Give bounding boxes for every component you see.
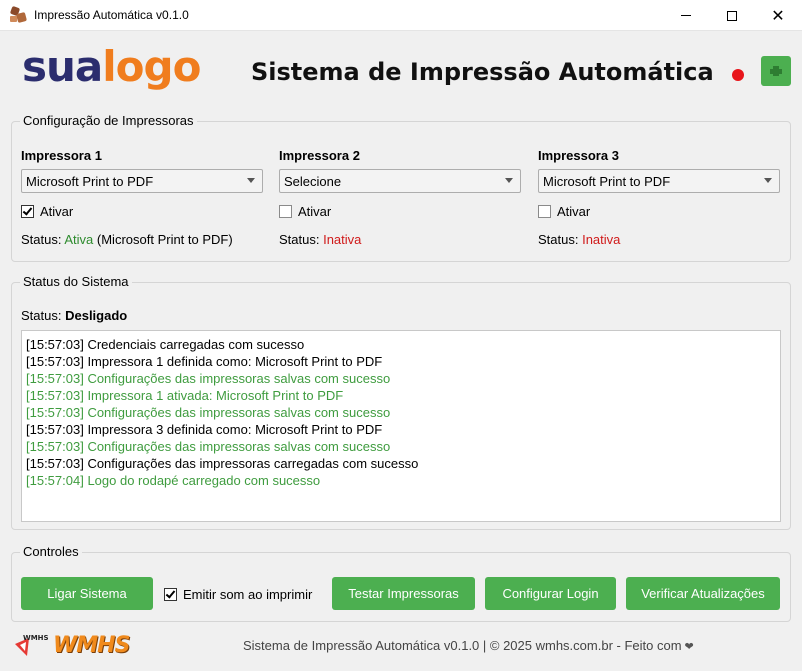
printer-3-name: Impressora 3 xyxy=(538,148,619,163)
printer-2-activate-label: Ativar xyxy=(298,204,332,219)
check-updates-button[interactable]: Verificar Atualizações xyxy=(626,577,780,610)
system-status-value: Desligado xyxy=(65,308,128,323)
printer-3-activate-label: Ativar xyxy=(557,204,591,219)
start-system-button[interactable]: Ligar Sistema xyxy=(21,577,153,610)
sound-checkbox[interactable] xyxy=(164,588,177,601)
app-heading: Sistema de Impressão Automática xyxy=(251,58,714,86)
log-line: [15:57:03] Configurações das impressoras… xyxy=(26,405,391,420)
printer-3-select[interactable]: Microsoft Print to PDF xyxy=(538,169,780,193)
minimize-icon xyxy=(681,15,691,16)
chevron-down-icon xyxy=(764,178,772,183)
maximize-button[interactable] xyxy=(709,0,755,31)
svg-text:WMHS: WMHS xyxy=(23,634,49,642)
printer-1-status-value: Ativa xyxy=(64,232,94,247)
heart-icon: ❤ xyxy=(684,640,694,653)
printer-3-status-value: Inativa xyxy=(582,232,621,247)
footer-text: Sistema de Impressão Automática v0.1.0 |… xyxy=(243,638,694,653)
printer-1-activate-checkbox[interactable] xyxy=(21,205,34,218)
footer-logo: WMHS WMHS xyxy=(11,630,161,660)
printer-2-column: Impressora 2 Selecione Ativar Status: In… xyxy=(279,148,522,258)
print-button[interactable] xyxy=(761,56,791,86)
log-line: [15:57:03] Credenciais carregadas com su… xyxy=(26,337,305,352)
chevron-down-icon xyxy=(247,178,255,183)
log-line: [15:57:03] Impressora 1 definida como: M… xyxy=(26,354,383,369)
printer-2-activate[interactable]: Ativar xyxy=(279,204,331,219)
sound-label: Emitir som ao imprimir xyxy=(183,587,313,602)
printer-1-activate[interactable]: Ativar xyxy=(21,204,73,219)
maximize-icon xyxy=(727,10,737,21)
system-group-legend: Status do Sistema xyxy=(20,274,132,289)
system-status: Status: Desligado xyxy=(21,308,128,323)
test-printers-button[interactable]: Testar Impressoras xyxy=(332,577,475,610)
printers-group-legend: Configuração de Impressoras xyxy=(20,113,197,128)
printer-1-column: Impressora 1 Microsoft Print to PDF Ativ… xyxy=(21,148,264,258)
printer-3-select-value: Microsoft Print to PDF xyxy=(543,173,671,189)
printer-2-status: Status: Inativa xyxy=(279,232,362,247)
log-line: [15:57:03] Impressora 1 ativada: Microso… xyxy=(26,388,344,403)
printer-3-activate[interactable]: Ativar xyxy=(538,204,590,219)
printer-3-status: Status: Inativa xyxy=(538,232,621,247)
minimize-button[interactable] xyxy=(663,0,709,31)
wmhs-badge-icon: WMHS xyxy=(15,634,49,656)
log-line: [15:57:03] Impressora 3 definida como: M… xyxy=(26,422,383,437)
close-button[interactable]: ✕ xyxy=(755,0,801,31)
log-output[interactable]: [15:57:03] Credenciais carregadas com su… xyxy=(21,330,781,522)
window-title: Impressão Automática v0.1.0 xyxy=(34,8,189,22)
log-line: [15:57:03] Configurações das impressoras… xyxy=(26,456,419,471)
controls-group-legend: Controles xyxy=(20,544,82,559)
printer-icon xyxy=(770,66,782,76)
printer-1-select-value: Microsoft Print to PDF xyxy=(26,173,154,189)
brand-logo: sualogo xyxy=(22,42,201,91)
printer-2-select-value: Selecione xyxy=(284,173,342,189)
log-line: [15:57:03] Configurações das impressoras… xyxy=(26,439,391,454)
printer-3-activate-checkbox[interactable] xyxy=(538,205,551,218)
printer-2-status-value: Inativa xyxy=(323,232,362,247)
app-icon xyxy=(9,5,28,24)
printer-1-activate-label: Ativar xyxy=(40,204,74,219)
log-line: [15:57:04] Logo do rodapé carregado com … xyxy=(26,473,321,488)
printer-2-name: Impressora 2 xyxy=(279,148,360,163)
sound-toggle[interactable]: Emitir som ao imprimir xyxy=(164,587,312,602)
footer-logo-text: WMHS xyxy=(53,633,130,658)
printer-1-status: Status: Ativa (Microsoft Print to PDF) xyxy=(21,232,233,247)
configure-login-button[interactable]: Configurar Login xyxy=(485,577,616,610)
printer-1-select[interactable]: Microsoft Print to PDF xyxy=(21,169,263,193)
status-indicator-dot xyxy=(732,69,744,81)
close-icon: ✕ xyxy=(771,5,785,25)
log-line: [15:57:03] Configurações das impressoras… xyxy=(26,371,391,386)
printer-2-select[interactable]: Selecione xyxy=(279,169,521,193)
printer-1-name: Impressora 1 xyxy=(21,148,102,163)
printer-3-column: Impressora 3 Microsoft Print to PDF Ativ… xyxy=(538,148,781,258)
chevron-down-icon xyxy=(505,178,513,183)
printer-2-activate-checkbox[interactable] xyxy=(279,205,292,218)
